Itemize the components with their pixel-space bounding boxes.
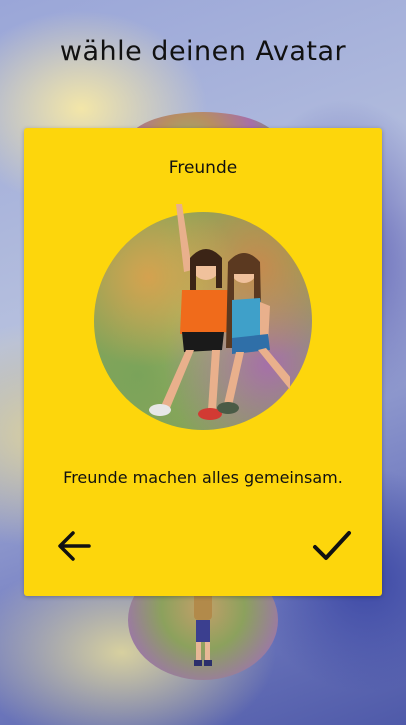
page-title: wähle deinen Avatar — [59, 36, 347, 67]
avatar-description: Freunde machen alles gemeinsam. — [63, 468, 343, 487]
avatar-name: Freunde — [168, 158, 238, 178]
arrow-left-icon — [58, 531, 91, 561]
friends-illustration — [149, 204, 290, 420]
confirm-button[interactable] — [310, 524, 354, 568]
back-button[interactable] — [52, 524, 96, 568]
avatar-card: Freunde Freunde machen alles gemeinsam. — [24, 128, 382, 596]
checkmark-icon — [313, 531, 351, 560]
